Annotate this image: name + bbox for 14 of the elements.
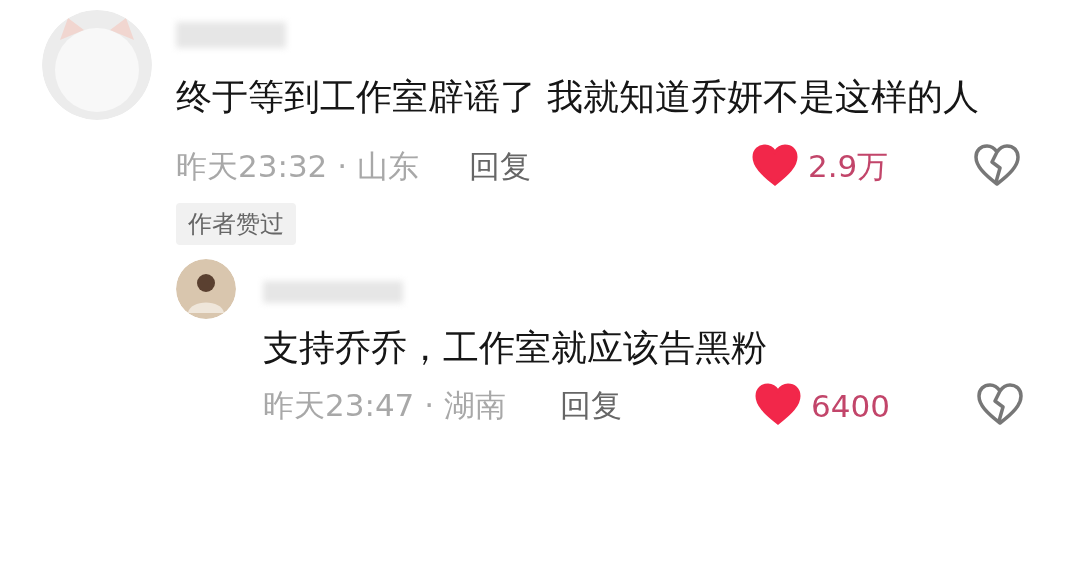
avatar[interactable] bbox=[176, 259, 236, 319]
reply-link[interactable]: 回复 bbox=[468, 145, 531, 188]
timestamp-location: 昨天23:47 · 湖南 bbox=[263, 385, 506, 425]
dislike-button[interactable] bbox=[974, 144, 1020, 189]
like-count: 6400 bbox=[811, 387, 890, 424]
timestamp-location: 昨天23:32 · 山东 bbox=[176, 146, 419, 186]
like-count: 2.9万 bbox=[808, 146, 889, 186]
like-button[interactable] bbox=[752, 144, 798, 189]
comment-text: 终于等到工作室辟谣了 我就知道乔妍不是这样的人 bbox=[176, 75, 981, 119]
reply-link[interactable]: 回复 bbox=[559, 384, 622, 427]
comment-text: 支持乔乔，工作室就应该告黑粉 bbox=[263, 326, 768, 370]
dislike-button[interactable] bbox=[977, 383, 1023, 428]
author-liked-badge: 作者赞过 bbox=[176, 203, 296, 245]
like-button[interactable] bbox=[755, 383, 801, 428]
